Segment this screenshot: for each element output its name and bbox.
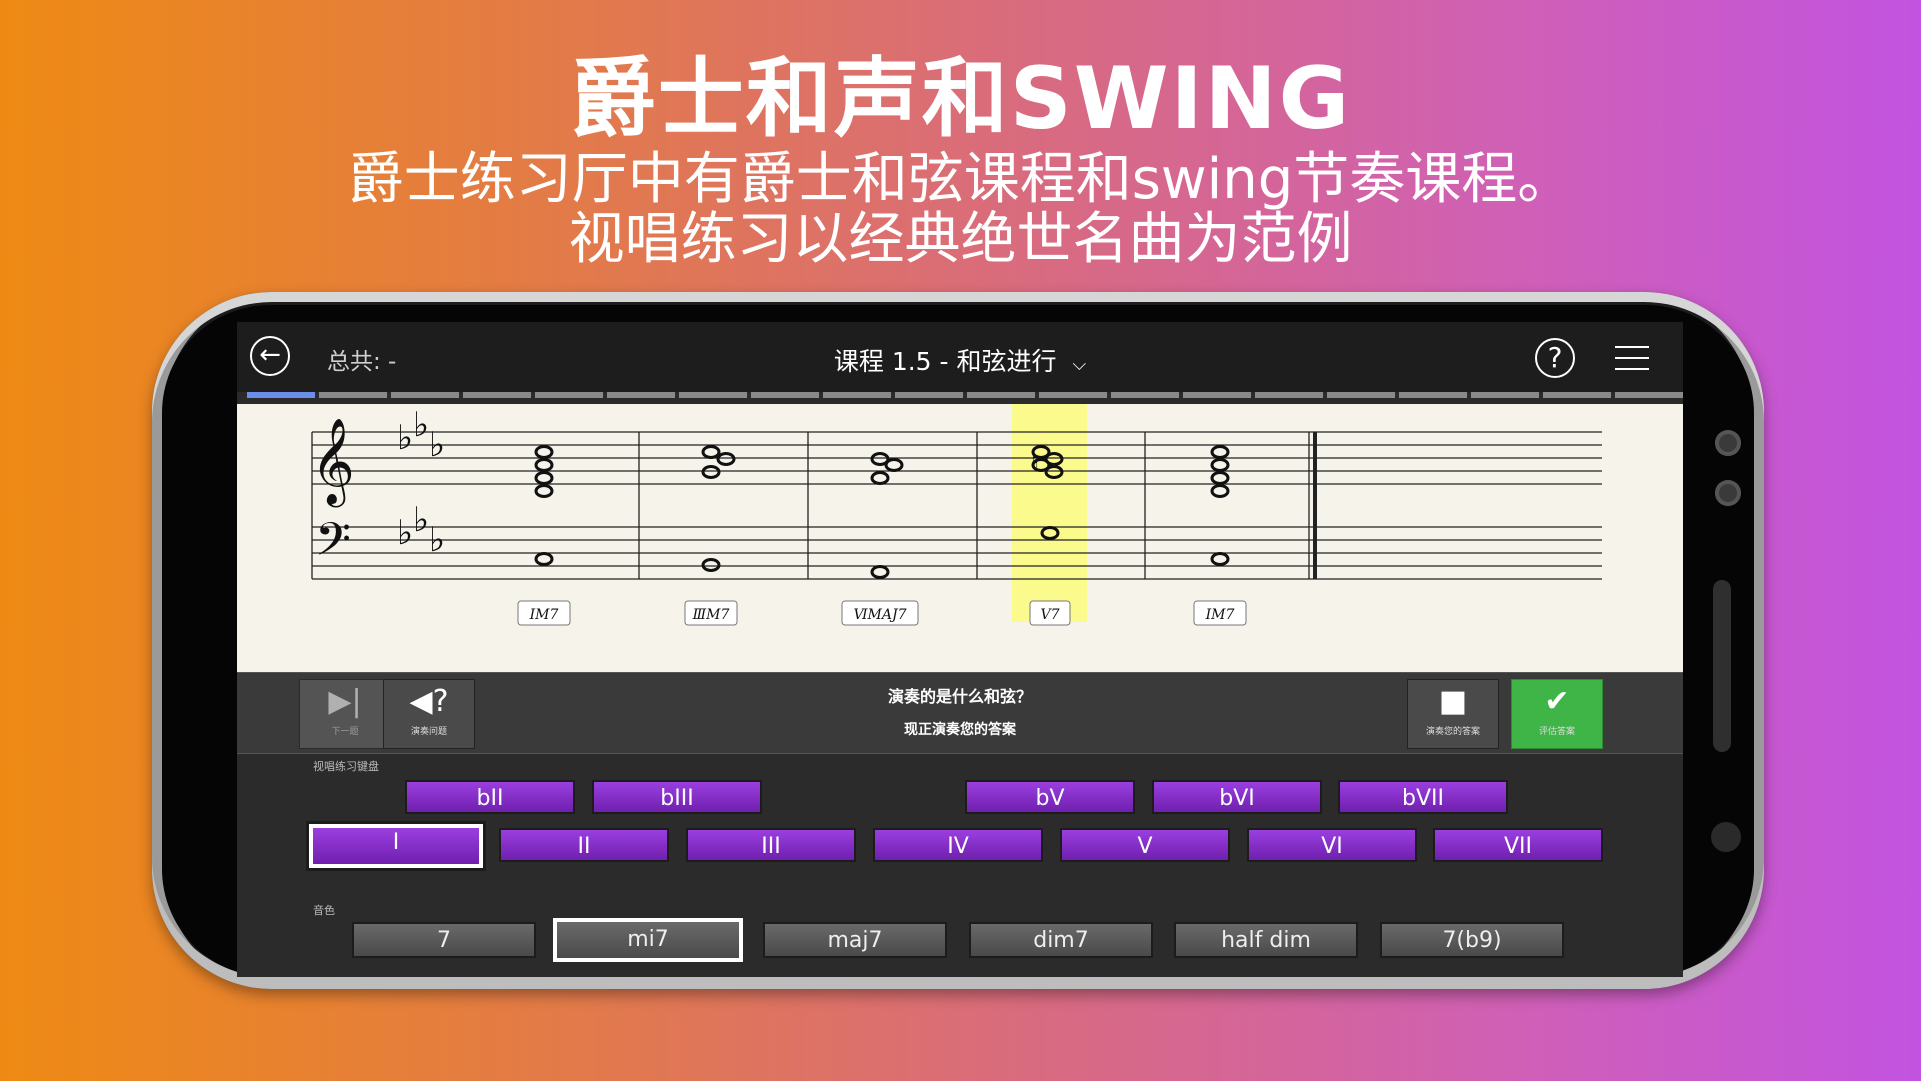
chord-label: V7 [1040,607,1059,623]
progress-segment [1399,392,1467,398]
note-head [1210,552,1230,566]
quality-button-dim7[interactable]: dim7 [969,922,1153,958]
note-head [1210,445,1230,459]
note-head [534,458,554,472]
note-head [534,552,554,566]
key-flat: ♭ [413,405,429,445]
progress-segment [1111,392,1179,398]
front-camera [1715,430,1741,456]
note-head [701,445,721,459]
chevron-down-icon: ⌵ [1072,354,1087,375]
course-selector[interactable]: 课程 1.5 - 和弦进行 ⌵ [237,342,1683,378]
quality-label: 音色 [313,904,335,917]
progress-segment [391,392,459,398]
note-head [1210,471,1230,485]
key-flat: ♭ [397,418,413,458]
promo-title: 爵士和声和SWING [569,49,1352,149]
app-screen: ← 总共: - 课程 1.5 - 和弦进行 ⌵ ? 𝄞 𝄢 ♭ ♭ ♭ ♭ ♭ … [237,322,1683,977]
progress-segment [319,392,387,398]
progress-segment [967,392,1035,398]
stop-icon: ■ [1438,684,1468,719]
quality-button-maj7[interactable]: maj7 [763,922,947,958]
progress-segment [895,392,963,398]
note-head [1210,458,1230,472]
quality-button-half-dim[interactable]: half dim [1174,922,1358,958]
progress-segment [1183,392,1251,398]
chord-button-bVI[interactable]: bVI [1152,780,1322,814]
chord-label: ⅢM7 [692,607,730,623]
note-head [884,458,904,472]
phone-sensor-dot [1711,822,1741,852]
chord-button-III[interactable]: III [686,828,856,862]
note-head [1210,484,1230,498]
course-title: 课程 1.5 - 和弦进行 [833,347,1057,376]
quality-button-7b9[interactable]: 7(b9) [1380,922,1564,958]
chord-button-IV[interactable]: IV [873,828,1043,862]
progress-segment [1471,392,1539,398]
chord-button-bV[interactable]: bV [965,780,1135,814]
key-flat: ♭ [397,513,413,553]
note-head [701,558,721,572]
progress-segment [1543,392,1611,398]
note-head [534,471,554,485]
note-head [716,452,736,466]
lesson-progress-bar [247,392,1683,398]
chord-button-VII[interactable]: VII [1433,828,1603,862]
chord-label: ⅠM7 [529,607,559,623]
stop-answer-caption: 演奏您的答案 [1425,727,1480,737]
chord-button-bVII[interactable]: bVII [1338,780,1508,814]
progress-segment [1039,392,1107,398]
checkmark-icon: ✔ [1544,684,1570,719]
natural-sign: ♮ [1031,449,1039,474]
phone-speaker-slot [1713,580,1731,752]
chord-label: ⅥMAJ7 [853,607,906,623]
key-flat: ♭ [429,520,445,560]
progress-segment [1255,392,1323,398]
front-sensor [1715,480,1741,506]
chord-button-I[interactable]: I [309,824,483,868]
key-flat: ♭ [413,500,429,540]
treble-clef: 𝄞 [311,418,355,508]
chord-button-II[interactable]: II [499,828,669,862]
note-head [534,445,554,459]
staff-notation: 𝄞 𝄢 ♭ ♭ ♭ ♭ ♭ ♭ ♮ ⅠM7 ⅢM7 ⅥMAJ7 V7 ⅠM7 [311,404,1602,626]
progress-segment [823,392,891,398]
promo-line-2: 视唱练习以经典绝世名曲为范例 [568,207,1353,272]
chord-button-bIII[interactable]: bIII [592,780,762,814]
progress-segment [1327,392,1395,398]
quality-button-mi7[interactable]: mi7 [553,918,743,962]
promo-line-1: 爵士练习厅中有爵士和弦课程和swing节奏课程。 [347,147,1574,212]
promo-subtitle: 爵士练习厅中有爵士和弦课程和swing节奏课程。 视唱练习以经典绝世名曲为范例 [0,150,1921,270]
chord-button-VI[interactable]: VI [1247,828,1417,862]
current-chord-highlight [1012,404,1087,622]
progress-segment [535,392,603,398]
progress-segment [607,392,675,398]
progress-segment [679,392,747,398]
note-head [534,484,554,498]
question-controls: ▶| 下一题 ◀? 演奏问题 演奏的是什么和弦？ 现正演奏您的答案 ■ 演奏您的… [237,672,1683,754]
note-head [701,465,721,479]
keyboard-label: 视唱练习键盘 [313,760,379,773]
chord-label: ⅠM7 [1205,607,1235,623]
music-score: 𝄞 𝄢 ♭ ♭ ♭ ♭ ♭ ♭ ♮ ⅠM7 ⅢM7 ⅥMAJ7 V7 ⅠM7 [237,404,1683,672]
note-head [870,471,890,485]
stop-answer-button[interactable]: ■ 演奏您的答案 [1407,679,1499,749]
chord-button-V[interactable]: V [1060,828,1230,862]
hamburger-menu-icon[interactable] [1615,346,1649,370]
progress-segment [1615,392,1683,398]
quality-button-7[interactable]: 7 [352,922,536,958]
progress-segment [463,392,531,398]
key-flat: ♭ [429,425,445,465]
progress-segment [751,392,819,398]
top-bar: ← 总共: - 课程 1.5 - 和弦进行 ⌵ ? [237,322,1683,392]
chord-button-bII[interactable]: bII [405,780,575,814]
progress-segment [247,392,315,398]
note-head [870,565,890,579]
help-icon[interactable]: ? [1535,338,1575,378]
bass-clef: 𝄢 [315,513,351,578]
check-answer-caption: 评估答案 [1538,727,1575,737]
check-answer-button[interactable]: ✔ 评估答案 [1511,679,1603,749]
